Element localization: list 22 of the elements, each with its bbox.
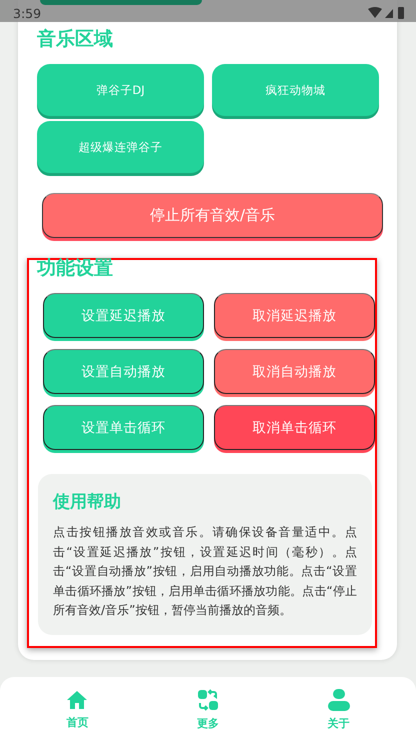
status-icons [368, 7, 406, 19]
setting-button[interactable]: 取消单击循环 [214, 405, 375, 450]
stop-all-button[interactable]: 停止所有音效/音乐 [42, 193, 383, 238]
nav-item[interactable]: 更多 [172, 677, 243, 741]
music-button[interactable]: 超级爆连弹谷子 [37, 121, 204, 173]
help-text: 点击按钮播放音效或音乐。请确保设备音量适中。点击“设置延迟播放”按钮，设置延迟时间（毫秒）。点击“设置自动播放”按钮，启用自动播放功能。点击“设置单击循环播放”按钮，启用单击循环播放功能。点击“停止所有音效/音乐”按钮，暂停当前播放的音频。 [53, 524, 357, 619]
setting-button[interactable]: 设置单击循环 [43, 405, 204, 450]
section-title: 音乐区域 [37, 27, 114, 51]
setting-button[interactable]: 取消自动播放 [214, 349, 375, 394]
home-icon [66, 690, 88, 710]
setting-button[interactable]: 设置自动播放 [43, 349, 204, 394]
music-button[interactable]: 疯狂动物城 [212, 64, 379, 116]
swap-squares-icon [196, 688, 219, 710]
nav-item[interactable]: 关于 [304, 677, 374, 741]
music-button[interactable]: 弹谷子DJ [37, 64, 204, 116]
nav-item[interactable]: 首页 [42, 677, 112, 741]
setting-button[interactable]: 设置延迟播放 [43, 293, 204, 338]
status-time: 3:59 [13, 6, 42, 20]
section-title: 功能设置 [37, 257, 114, 279]
person-icon [326, 688, 351, 710]
setting-button[interactable]: 取消延迟播放 [214, 293, 375, 338]
help-title: 使用帮助 [53, 491, 122, 514]
